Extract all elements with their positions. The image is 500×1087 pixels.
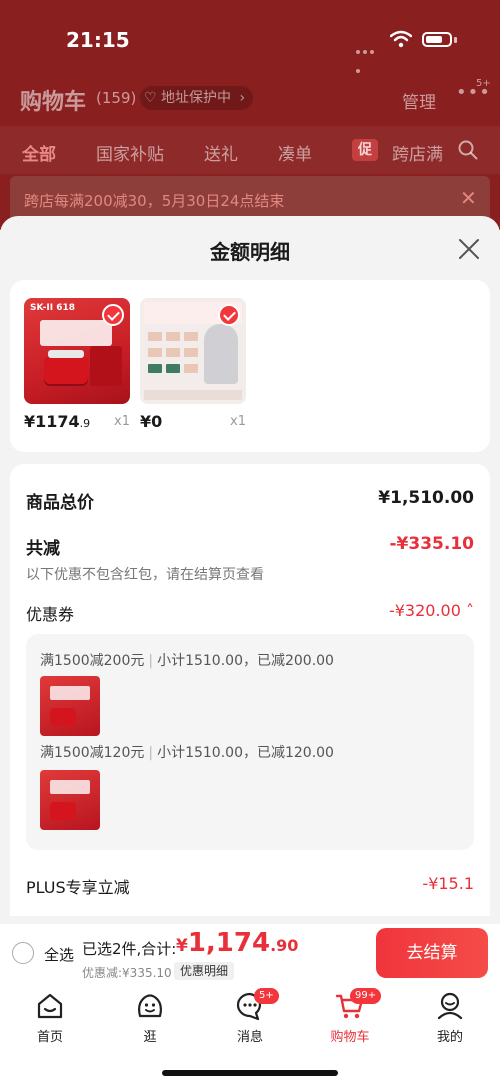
nav-label: 购物车 <box>330 1030 370 1045</box>
nav-item-home[interactable]: 首页 <box>10 990 90 1045</box>
coupon-rule-line: 满1500减200元 | 小计1510.00，已减200.00 <box>40 653 334 669</box>
nav-label: 逛 <box>143 1030 157 1045</box>
home-icon <box>37 993 63 1019</box>
chevron-right-icon: › <box>239 90 246 106</box>
cart-header: 购物车 (159) ♡ 地址保护中 › 管理 ••• 5+ <box>0 78 500 118</box>
sheet-title: 金额明细 <box>210 240 290 264</box>
product-brand: SK-II 618 <box>30 303 76 313</box>
product-image[interactable] <box>140 298 246 404</box>
chevron-up-icon: ˄ <box>466 601 474 620</box>
total-discount-label: 共减 <box>26 539 60 559</box>
selected-count-text: 已选2件,合计: <box>82 940 177 958</box>
product-quantity: x1 <box>230 414 246 429</box>
tab-gift[interactable]: 送礼 <box>204 140 238 165</box>
address-protect-label: 地址保护中 <box>161 90 232 106</box>
checkout-total: ¥1,174.90 <box>176 928 299 958</box>
selected-products-card: SK-II 618 ¥1174.9 x1 ¥0 x1 <box>10 280 490 452</box>
nav-item-messages[interactable]: 消息 5+ <box>210 988 290 1045</box>
plus-discount-value: -¥15.1 <box>422 874 474 893</box>
close-icon[interactable] <box>456 236 482 262</box>
promo-text: 跨店每满200减30，5月30日24点结束 <box>24 192 285 210</box>
tab-add-on[interactable]: 凑单 <box>278 140 312 165</box>
coupon-product-image <box>40 770 100 830</box>
nav-badge: 99+ <box>350 988 382 1004</box>
product-item[interactable]: SK-II 618 ¥1174.9 x1 <box>24 298 132 431</box>
tab-all[interactable]: 全部 <box>22 140 56 165</box>
plus-discount-label: PLUS专享立减 <box>26 878 130 897</box>
total-discount-value: -¥335.10 <box>389 534 475 554</box>
coupon-detail: 小计1510.00，已减200.00 <box>157 653 334 669</box>
page-title: 购物车 <box>20 90 87 115</box>
tab-national-subsidy[interactable]: 国家补贴 <box>96 140 164 165</box>
signal-icon <box>356 39 382 73</box>
price-breakdown-card: 商品总价 ¥1,510.00 共减 -¥335.10 以下优惠不包含红包，请在结… <box>10 464 490 916</box>
battery-cap <box>454 37 457 43</box>
wifi-icon <box>390 30 412 48</box>
checkout-bar: 全选 已选2件,合计: ¥1,174.90 优惠减:¥335.10 优惠明细 去… <box>0 924 500 984</box>
nav-label: 首页 <box>36 1030 63 1045</box>
manage-button[interactable]: 管理 <box>402 88 436 113</box>
nav-item-profile[interactable]: 我的 <box>410 990 490 1045</box>
product-price: ¥1174.9 <box>24 412 91 431</box>
status-time: 21:15 <box>66 28 130 52</box>
coupon-rule-line: 满1500减120元 | 小计1510.00，已减120.00 <box>40 745 334 761</box>
coupon-detail-box: 满1500减200元 | 小计1510.00，已减200.00 满1500减120元… <box>26 634 474 850</box>
address-protect-pill[interactable]: ♡ 地址保护中 › <box>140 86 254 110</box>
promo-tag: 促 <box>352 139 378 161</box>
checkmark-icon <box>102 304 124 326</box>
coupon-product-image <box>40 676 100 736</box>
close-icon[interactable]: ✕ <box>460 186 477 210</box>
coupon-toggle[interactable]: -¥320.00 ˄ <box>389 601 474 620</box>
coupon-rule: 满1500减200元 <box>40 653 145 669</box>
discount-note: 以下优惠不包含红包，请在结算页查看 <box>26 567 264 583</box>
more-badge: 5+ <box>476 78 491 89</box>
product-image[interactable]: SK-II 618 <box>24 298 130 404</box>
shield-icon: ♡ <box>144 90 157 106</box>
coupon-rule: 满1500减120元 <box>40 745 145 761</box>
nav-badge: 5+ <box>254 988 279 1004</box>
checkmark-icon <box>218 304 240 326</box>
status-bar: 21:15 <box>0 22 500 73</box>
amount-detail-sheet: 金额明细 SK-II 618 ¥1174.9 x1 ¥0 x1 商品总价 ¥1,… <box>0 216 500 924</box>
discount-summary: 优惠减:¥335.10 <box>82 966 172 980</box>
home-indicator <box>162 1070 338 1076</box>
battery-icon <box>422 32 452 47</box>
select-all-checkbox[interactable] <box>12 942 34 964</box>
coupon-value: -¥320.00 <box>388 601 461 620</box>
product-item[interactable]: ¥0 x1 <box>140 298 248 431</box>
nav-label: 消息 <box>236 1030 263 1045</box>
select-all-label[interactable]: 全选 <box>44 944 74 965</box>
checkout-button[interactable]: 去结算 <box>376 928 488 978</box>
nav-label: 我的 <box>436 1030 463 1045</box>
nav-item-cart[interactable]: 购物车 99+ <box>310 988 390 1045</box>
total-price-label: 商品总价 <box>26 493 94 513</box>
discount-detail-button[interactable]: 优惠明细 <box>174 962 235 980</box>
product-price: ¥0 <box>140 412 163 431</box>
search-icon[interactable] <box>458 140 478 160</box>
filter-tabs: 全部 国家补贴 送礼 凑单 促 跨店满 <box>0 126 500 174</box>
cart-count: (159) <box>96 89 137 107</box>
product-quantity: x1 <box>114 414 130 429</box>
tab-cross-store[interactable]: 跨店满 <box>392 140 444 165</box>
nav-item-browse[interactable]: 逛 <box>110 990 190 1045</box>
coupon-label: 优惠券 <box>26 605 75 624</box>
browse-icon <box>138 994 162 1018</box>
coupon-detail: 小计1510.00，已减120.00 <box>157 745 334 761</box>
profile-icon <box>437 992 463 1020</box>
total-price-value: ¥1,510.00 <box>378 488 474 508</box>
